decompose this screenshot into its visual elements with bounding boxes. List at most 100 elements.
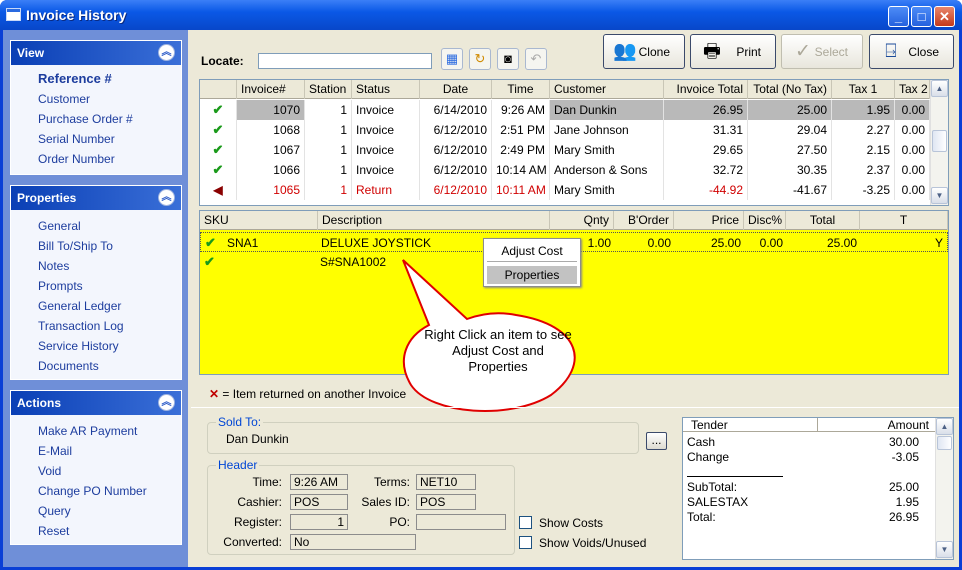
view-group-header[interactable]: View ︽ bbox=[11, 41, 181, 65]
scroll-up-icon[interactable]: ▲ bbox=[931, 80, 948, 97]
scroll-thumb[interactable] bbox=[937, 436, 952, 450]
sidebar-item-transaction-log[interactable]: Transaction Log bbox=[11, 316, 181, 336]
sidebar-item-general[interactable]: General bbox=[11, 216, 181, 236]
window-client: View ︽ Reference # Customer Purchase Orde… bbox=[3, 30, 959, 567]
refresh-button[interactable]: ↻ bbox=[469, 48, 491, 70]
col-disc[interactable]: Disc% bbox=[744, 211, 786, 230]
scroll-up-icon[interactable]: ▲ bbox=[936, 418, 953, 435]
invoice-number: 1070 bbox=[237, 100, 305, 120]
binoculars-button[interactable]: ◙ bbox=[497, 48, 519, 70]
minimize-button[interactable]: _ bbox=[888, 6, 909, 27]
maximize-button[interactable]: □ bbox=[911, 6, 932, 27]
collapse-actions-icon[interactable]: ︽ bbox=[158, 394, 175, 411]
view-group: View ︽ Reference # Customer Purchase Orde… bbox=[10, 40, 182, 175]
close-window-button[interactable]: ✕ bbox=[934, 6, 955, 27]
table-row[interactable]: ✔ 1066 1 Invoice 6/12/2010 10:14 AM Ande… bbox=[200, 160, 930, 180]
clone-button[interactable]: 👥 Clone bbox=[603, 34, 685, 69]
col-description[interactable]: Description bbox=[318, 211, 550, 230]
col-date[interactable]: Date bbox=[420, 80, 492, 99]
col-sku[interactable]: SKU bbox=[200, 211, 318, 230]
sidebar-item-general-ledger[interactable]: General Ledger bbox=[11, 296, 181, 316]
show-voids-checkbox[interactable] bbox=[519, 536, 532, 549]
sidebar-item-change-po-number[interactable]: Change PO Number bbox=[11, 481, 181, 501]
calendar-button[interactable]: ▦ bbox=[441, 48, 463, 70]
sidebar-item-purchase-order[interactable]: Purchase Order # bbox=[11, 109, 181, 129]
col-customer[interactable]: Customer bbox=[550, 80, 664, 99]
col-station[interactable]: Station bbox=[305, 80, 352, 99]
refresh-icon: ↻ bbox=[474, 51, 486, 66]
sidebar-item-service-history[interactable]: Service History bbox=[11, 336, 181, 356]
col-invoice-total[interactable]: Invoice Total bbox=[664, 80, 748, 99]
scroll-down-icon[interactable]: ▼ bbox=[936, 541, 953, 558]
cashier-label: Cashier: bbox=[237, 495, 282, 509]
items-grid-header: SKU Description Qnty B'Order Price Disc%… bbox=[200, 211, 948, 230]
scroll-thumb[interactable] bbox=[932, 130, 947, 152]
col-qnty[interactable]: Qnty bbox=[550, 211, 614, 230]
undo-button[interactable]: ↶ bbox=[525, 48, 547, 70]
col-border[interactable]: B'Order bbox=[614, 211, 674, 230]
col-t[interactable]: T bbox=[860, 211, 948, 230]
table-row[interactable]: ✔ 1068 1 Invoice 6/12/2010 2:51 PM Jane … bbox=[200, 120, 930, 140]
print-button[interactable]: 🖶 Print bbox=[690, 34, 776, 69]
table-row[interactable]: ◀ 1065 1 Return 6/12/2010 10:11 AM Mary … bbox=[200, 180, 930, 200]
sidebar-item-email[interactable]: E-Mail bbox=[11, 441, 181, 461]
col-total[interactable]: Total bbox=[786, 211, 860, 230]
col-total-no-tax[interactable]: Total (No Tax) bbox=[748, 80, 832, 99]
sidebar-item-documents[interactable]: Documents bbox=[11, 356, 181, 376]
locate-label: Locate: bbox=[201, 54, 244, 68]
collapse-properties-icon[interactable]: ︽ bbox=[158, 189, 175, 206]
sidebar-item-reset[interactable]: Reset bbox=[11, 521, 181, 541]
check-icon: ✔ bbox=[212, 102, 224, 117]
binoculars-icon: ◙ bbox=[504, 51, 512, 66]
sidebar-item-notes[interactable]: Notes bbox=[11, 256, 181, 276]
col-tax2[interactable]: Tax 2 bbox=[895, 80, 930, 99]
status: Invoice bbox=[352, 100, 420, 120]
undo-icon: ↶ bbox=[530, 51, 542, 66]
tender-label: SALESTAX bbox=[687, 495, 749, 509]
time: 9:26 AM bbox=[492, 100, 550, 120]
sidebar-item-prompts[interactable]: Prompts bbox=[11, 276, 181, 296]
status: Invoice bbox=[352, 140, 420, 160]
check-icon: ✔ bbox=[212, 142, 224, 157]
properties-group-header[interactable]: Properties ︽ bbox=[11, 186, 181, 210]
item-disc: 0.00 bbox=[759, 236, 783, 250]
collapse-view-icon[interactable]: ︽ bbox=[158, 44, 175, 61]
menu-item-properties[interactable]: Properties bbox=[487, 266, 577, 284]
scroll-down-icon[interactable]: ▼ bbox=[931, 187, 948, 204]
window-title: Invoice History bbox=[26, 7, 127, 23]
sidebar-item-bill-to-ship-to[interactable]: Bill To/Ship To bbox=[11, 236, 181, 256]
sidebar-item-reference[interactable]: Reference # bbox=[11, 69, 181, 89]
actions-group: Actions ︽ Make AR Payment E-Mail Void Cha… bbox=[10, 390, 182, 545]
station: 1 bbox=[305, 160, 352, 180]
locate-input[interactable] bbox=[258, 53, 432, 69]
terms-label: Terms: bbox=[374, 475, 410, 489]
col-tax1[interactable]: Tax 1 bbox=[832, 80, 895, 99]
actions-group-header[interactable]: Actions ︽ bbox=[11, 391, 181, 415]
po-value bbox=[416, 514, 506, 530]
sidebar-item-query[interactable]: Query bbox=[11, 501, 181, 521]
table-row[interactable]: ✔ 1067 1 Invoice 6/12/2010 2:49 PM Mary … bbox=[200, 140, 930, 160]
table-row[interactable]: ✔ 1070 1 Invoice 6/14/2010 9:26 AM Dan D… bbox=[200, 100, 930, 120]
sidebar-item-order-number[interactable]: Order Number bbox=[11, 149, 181, 169]
col-price[interactable]: Price bbox=[674, 211, 744, 230]
tender-amount: 30.00 bbox=[888, 435, 919, 449]
sales-id-label: Sales ID: bbox=[361, 495, 410, 509]
amount-col: Amount bbox=[818, 418, 935, 432]
sidebar-item-void[interactable]: Void bbox=[11, 461, 181, 481]
select-button[interactable]: ✓ Select bbox=[781, 34, 863, 69]
sold-to-more-button[interactable]: ... bbox=[646, 432, 667, 450]
sidebar-item-customer[interactable]: Customer bbox=[11, 89, 181, 109]
close-button[interactable]: ⍈ Close bbox=[869, 34, 954, 69]
col-status[interactable]: Status bbox=[352, 80, 420, 99]
tender-scrollbar[interactable]: ▲ ▼ bbox=[935, 418, 953, 559]
show-costs-checkbox[interactable] bbox=[519, 516, 532, 529]
col-invoice[interactable]: Invoice# bbox=[237, 80, 305, 99]
customer: Mary Smith bbox=[550, 180, 664, 200]
invoice-number: 1066 bbox=[237, 160, 305, 180]
col-time[interactable]: Time bbox=[492, 80, 550, 99]
sidebar-item-make-ar-payment[interactable]: Make AR Payment bbox=[11, 421, 181, 441]
invoice-grid-scrollbar[interactable]: ▲ ▼ bbox=[930, 80, 948, 205]
menu-item-adjust-cost[interactable]: Adjust Cost bbox=[487, 242, 577, 260]
sidebar-item-serial-number[interactable]: Serial Number bbox=[11, 129, 181, 149]
return-arrow-icon: ◀ bbox=[213, 183, 223, 197]
